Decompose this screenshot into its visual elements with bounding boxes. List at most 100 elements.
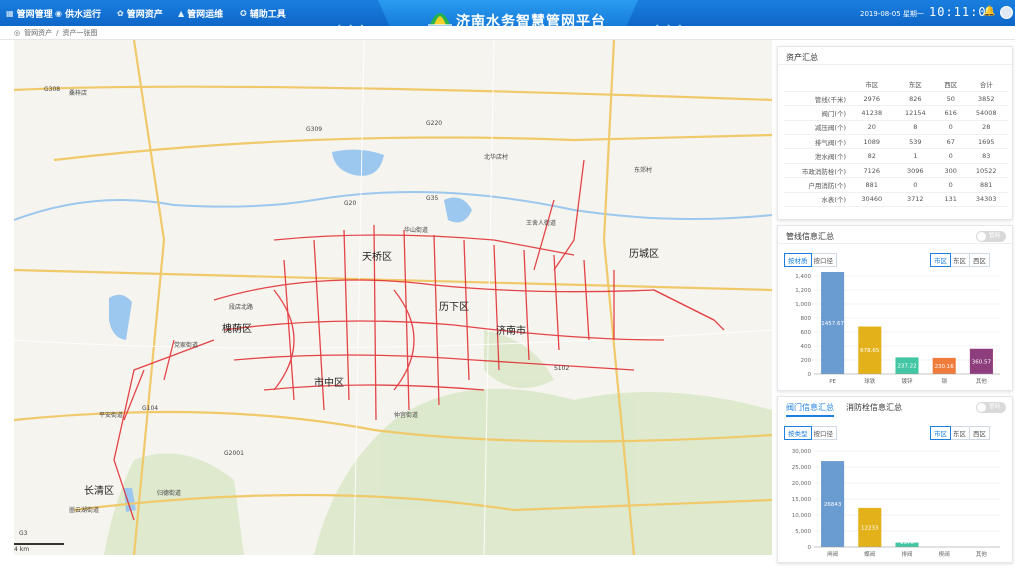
y-tick-label: 800 <box>801 316 812 322</box>
seg-east[interactable]: 东区 <box>950 254 970 266</box>
x-tick-label: 球铁 <box>864 377 876 385</box>
grid-icon: ▦ <box>6 9 14 18</box>
pipe-area-selector: 市区 东区 西区 <box>930 253 990 267</box>
map-canvas <box>14 40 772 555</box>
seg-west[interactable]: 西区 <box>970 254 989 266</box>
warning-icon: ▲ <box>178 9 185 18</box>
table-cell: 0 <box>893 177 938 193</box>
bar-value-label: 678.65 <box>860 348 880 354</box>
pipe-info-panel: 管线信息汇总 管网 按材质 按口径 市区 东区 西区 0 200 400 600 800… <box>777 225 1013 391</box>
table-cell: 616 <box>937 105 965 121</box>
place-label: 段店北路 <box>229 304 254 311</box>
nav-item-network-management[interactable]: ▦ 管网管理 <box>6 7 53 20</box>
avatar[interactable] <box>1000 6 1013 19</box>
table-row: 市政消防栓(个) 7126 3096 300 10522 <box>784 163 1008 179</box>
table-header-cell: 东区 <box>893 77 938 92</box>
location-icon: ◎ <box>14 28 21 37</box>
bar-value-label: 237.22 <box>897 364 916 370</box>
y-tick-label: 10,000 <box>792 513 812 519</box>
bell-icon[interactable]: 🔔 <box>983 6 995 17</box>
y-tick-label: 30,000 <box>792 449 812 455</box>
table-row: 户用消防(个) 881 0 0 881 <box>784 177 1008 193</box>
seg-west[interactable]: 西区 <box>970 427 989 439</box>
row-label-cell: 排气阀(个) <box>784 134 850 150</box>
nav-item-maintenance[interactable]: ▲ 管网运维 <box>178 7 223 20</box>
y-tick-label: 0 <box>808 372 812 378</box>
bar-value-label: 1457.67 <box>821 321 844 327</box>
seg-urban[interactable]: 市区 <box>930 253 951 267</box>
table-row: 泄水阀(个) 82 1 0 83 <box>784 148 1008 164</box>
nav-item-tools[interactable]: ✪ 辅助工具 <box>240 7 286 20</box>
road-label: G20 <box>344 200 357 207</box>
table-row: 排气阀(个) 1089 539 67 1695 <box>784 134 1008 150</box>
place-label: 华山街道 <box>404 227 429 234</box>
table-cell: 1 <box>893 148 938 164</box>
seg-urban[interactable]: 市区 <box>930 426 951 440</box>
seg-by-diameter[interactable]: 按口径 <box>811 427 837 439</box>
y-tick-label: 1,400 <box>795 274 811 280</box>
y-tick-label: 20,000 <box>792 481 812 487</box>
place-label: 北华店村 <box>484 154 509 161</box>
place-label: 归德街道 <box>157 490 182 497</box>
district-label: 天桥区 <box>362 252 392 263</box>
valve-group-selector: 按类型 按口径 <box>784 426 837 440</box>
road-label: G309 <box>306 126 323 133</box>
tool-icon: ✪ <box>240 9 247 18</box>
district-label: 济南市 <box>496 326 526 337</box>
table-cell: 54008 <box>964 105 1008 121</box>
table-cell: 300 <box>937 163 965 179</box>
asset-summary-panel: 资产汇总 市区 东区 西区 合计 管线(千米) 2976 826 50 3852 阀门(个) 41… <box>777 46 1013 220</box>
x-tick-label: 排阀 <box>901 550 912 558</box>
pipe-network-map[interactable]: 槐荫区 天桥区 历下区 市中区 历城区 长清区 济南市 G308 G220 G3… <box>14 40 772 555</box>
table-cell: 10522 <box>964 163 1008 179</box>
nav-item-network-assets[interactable]: ✿ 管网资产 <box>117 7 163 20</box>
y-tick-label: 25,000 <box>792 465 812 471</box>
gear-icon: ✿ <box>117 9 124 18</box>
y-tick-label: 0 <box>808 545 812 551</box>
network-toggle[interactable]: 管网 <box>976 231 1006 242</box>
table-cell: 2976 <box>850 91 894 107</box>
seg-by-material[interactable]: 按材质 <box>784 253 812 267</box>
bar-value-label: 230.16 <box>935 364 955 370</box>
table-cell: 20 <box>850 120 894 136</box>
table-cell: 7126 <box>850 163 894 179</box>
valve-bar-chart: 0 5,000 10,000 15,000 20,000 25,000 30,000 2684… <box>792 449 1000 558</box>
district-label: 历下区 <box>439 302 469 313</box>
asset-summary-title: 资产汇总 <box>778 47 1012 65</box>
logo-icon <box>428 13 452 26</box>
table-cell: 34303 <box>964 192 1008 208</box>
nav-item-water-supply[interactable]: ◉ 供水运行 <box>55 7 101 20</box>
place-label: 桑梓店 <box>69 90 88 97</box>
bar-value-label: 26843 <box>824 502 842 508</box>
table-cell: 0 <box>937 148 965 164</box>
breadcrumb-item-assets[interactable]: 管网资产 <box>24 28 52 38</box>
table-cell: 28 <box>964 120 1008 136</box>
table-cell: 3852 <box>964 91 1008 107</box>
network-toggle[interactable]: 管网 <box>976 402 1006 413</box>
tab-hydrant-summary[interactable]: 消防栓信息汇总 <box>846 402 902 417</box>
table-header-cell: 市区 <box>850 77 894 92</box>
table-cell: 131 <box>937 192 965 208</box>
seg-by-type[interactable]: 按类型 <box>784 426 812 440</box>
row-label-cell: 水表(个) <box>784 192 850 208</box>
table-cell: 0 <box>937 177 965 193</box>
breadcrumb-item-asset-map: 资产一张图 <box>62 28 98 37</box>
table-row: 减压阀(个) 20 8 0 28 <box>784 120 1008 136</box>
gauge-icon: ◉ <box>55 9 62 18</box>
table-cell: 83 <box>964 148 1008 164</box>
x-tick-label: 闸阀 <box>827 550 838 558</box>
table-cell: 1089 <box>850 134 894 150</box>
x-tick-label: 其他 <box>976 550 988 558</box>
asset-summary-table: 市区 东区 西区 合计 管线(千米) 2976 826 50 3852 阀门(个) 41238 12… <box>784 77 1008 208</box>
road-label: G220 <box>426 120 443 127</box>
table-header-cell: 西区 <box>937 77 965 92</box>
seg-by-diameter[interactable]: 按口径 <box>811 254 837 266</box>
table-row: 水表(个) 30460 3712 131 34303 <box>784 192 1008 208</box>
table-cell: 12154 <box>893 105 938 121</box>
table-cell: 881 <box>850 177 894 193</box>
tab-valve-summary[interactable]: 阀门信息汇总 <box>786 402 834 417</box>
row-label-cell: 阀门(个) <box>784 105 850 121</box>
x-tick-label: 其他 <box>976 377 988 385</box>
table-header-cell: 合计 <box>964 77 1008 92</box>
seg-east[interactable]: 东区 <box>950 427 970 439</box>
